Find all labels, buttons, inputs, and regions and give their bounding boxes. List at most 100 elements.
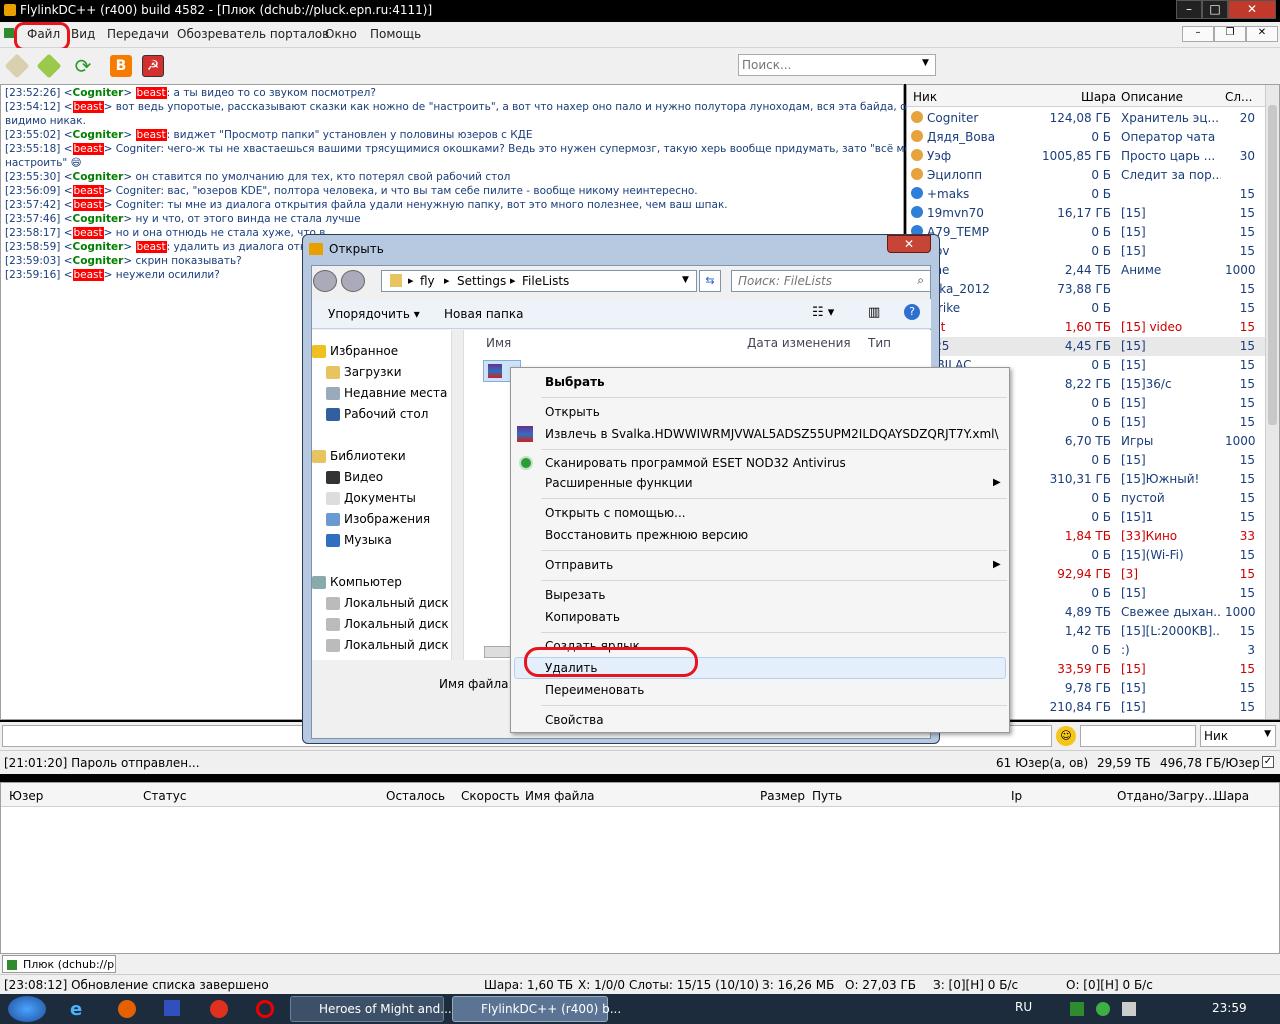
chat-nick[interactable]: Cogniter <box>73 171 124 183</box>
col-description[interactable]: Описание <box>1121 90 1183 104</box>
search-input[interactable] <box>738 54 936 76</box>
organize-button[interactable]: Упорядочить ▾ <box>328 307 420 321</box>
menu-help[interactable]: Помощь <box>370 27 421 41</box>
chat-nick[interactable]: beast <box>72 143 104 155</box>
nav-documents[interactable]: Документы <box>344 491 416 505</box>
mdi-minimize-button[interactable]: – <box>1182 26 1214 42</box>
menu-rename[interactable]: Переименовать <box>545 683 644 697</box>
maximize-button[interactable]: □ <box>1202 0 1228 19</box>
user-list-scrollbar[interactable] <box>1265 85 1279 719</box>
menu-select[interactable]: Выбрать <box>545 375 605 389</box>
search-dropdown-icon[interactable]: ▼ <box>922 58 929 68</box>
breadcrumb-fly[interactable]: fly <box>420 274 435 288</box>
user-row[interactable]: +maks 0 Б 15 <box>907 185 1265 204</box>
col-slots[interactable]: Сл... <box>1225 90 1253 104</box>
col-size[interactable]: Размер <box>760 789 805 803</box>
transfers-panel[interactable]: Юзер Статус Осталось Скорость Имя файла … <box>0 782 1280 954</box>
col-type[interactable]: Тип <box>868 336 891 350</box>
chat-nick[interactable]: beast <box>72 227 104 239</box>
tray-icon-2[interactable] <box>1096 1002 1110 1016</box>
user-row[interactable]: 19mvn70 16,17 ГБ [15] 15 <box>907 204 1265 223</box>
menu-cut[interactable]: Вырезать <box>545 588 606 602</box>
menu-advanced[interactable]: Расширенные функции <box>545 476 693 490</box>
close-button[interactable]: ✕ <box>1228 0 1276 19</box>
minimize-button[interactable]: – <box>1176 0 1202 19</box>
smiley-icon[interactable]: ☺ <box>1056 726 1076 746</box>
chat-mention[interactable]: beast <box>135 129 167 141</box>
user-row[interactable]: Дядя_Вова 0 Б Оператор чата <box>907 128 1265 147</box>
col-remaining[interactable]: Осталось <box>386 789 445 803</box>
chat-nick[interactable]: Cogniter <box>73 213 124 225</box>
favorites-icon[interactable] <box>36 53 62 79</box>
hammer-sickle-icon[interactable]: ☭ <box>142 55 164 77</box>
col-speed[interactable]: Скорость <box>461 789 520 803</box>
refresh-icon[interactable]: ⇆ <box>699 270 721 292</box>
chat-mention[interactable]: beast <box>135 241 167 253</box>
tray-icon-1[interactable] <box>1070 1002 1084 1016</box>
menu-open-with[interactable]: Открыть с помощью... <box>545 506 686 520</box>
menu-scan-eset[interactable]: Сканировать программой ESET NOD32 Antivi… <box>545 456 846 470</box>
user-row[interactable]: ime2,44 ТБАниме1000 <box>907 261 1265 280</box>
toggle-user-list-checkbox[interactable]: ✓ <box>1262 756 1274 768</box>
col-path[interactable]: Путь <box>812 789 842 803</box>
task-flylink[interactable]: FlylinkDC++ (r400) b... <box>452 996 621 1022</box>
view-options-icon[interactable]: ☷ ▾ <box>812 305 834 320</box>
col-name[interactable]: Имя <box>486 336 511 350</box>
chat-nick[interactable]: Cogniter <box>73 87 124 99</box>
user-row[interactable]: utka_2012 73,88 ГБ 15 <box>907 280 1265 299</box>
nav-music[interactable]: Музыка <box>344 533 392 547</box>
menu-properties[interactable]: Свойства <box>545 713 604 727</box>
blogger-icon[interactable]: B <box>110 55 132 77</box>
user-row[interactable]: strike 0 Б 15 <box>907 299 1265 318</box>
task-heroes[interactable]: Heroes of Might and... <box>290 996 452 1022</box>
back-button[interactable] <box>313 270 337 292</box>
refresh-icon[interactable]: ⟳ <box>72 55 94 77</box>
user-row[interactable]: A79_TEMP 0 Б [15] 15 <box>907 223 1265 242</box>
breadcrumb-settings[interactable]: Settings <box>457 274 506 288</box>
ie-icon[interactable]: e <box>70 999 90 1020</box>
chat-nick[interactable]: beast <box>72 269 104 281</box>
horizontal-scrollbar[interactable] <box>484 646 512 658</box>
nav-disk-2[interactable]: Локальный диск <box>344 617 449 631</box>
dialog-search-input[interactable]: Поиск: FileLists ⌕ <box>731 270 931 292</box>
chat-nick[interactable]: beast <box>72 101 104 113</box>
save-icon[interactable] <box>164 1000 180 1016</box>
col-share[interactable]: Шара <box>1081 90 1116 104</box>
user-row[interactable]: Уэф 1005,85 ГБ Просто царь ... 30 <box>907 147 1265 166</box>
col-status[interactable]: Статус <box>143 789 186 803</box>
menu-copy[interactable]: Копировать <box>545 610 620 624</box>
col-date[interactable]: Дата изменения <box>747 336 851 350</box>
start-button[interactable] <box>8 996 46 1022</box>
user-row[interactable]: irov0 Б[15]15 <box>907 242 1265 261</box>
opera-icon[interactable] <box>256 1000 274 1018</box>
nav-images[interactable]: Изображения <box>344 512 430 526</box>
user-filter-input[interactable] <box>1080 725 1196 747</box>
chat-nick[interactable]: beast <box>72 185 104 197</box>
col-ip[interactable]: Ip <box>1011 789 1022 803</box>
new-folder-button[interactable]: Новая папка <box>444 307 523 321</box>
nav-downloads[interactable]: Загрузки <box>344 365 402 379</box>
menu-send-to[interactable]: Отправить <box>545 558 613 572</box>
mdi-close-button[interactable]: ✕ <box>1246 26 1278 42</box>
preview-pane-icon[interactable]: ▥ <box>868 305 880 320</box>
help-icon[interactable]: ? <box>904 304 920 320</box>
chat-nick[interactable]: Cogniter <box>73 255 124 267</box>
language-indicator[interactable]: RU <box>1015 1000 1032 1014</box>
nav-video[interactable]: Видео <box>344 470 383 484</box>
col-share-t[interactable]: Шара <box>1214 789 1249 803</box>
user-row[interactable]: ast1,60 ТБ[15] video15 <box>907 318 1265 337</box>
nav-libraries[interactable]: Библиотеки <box>330 449 406 463</box>
nav-disk-3[interactable]: Локальный диск <box>344 638 449 652</box>
menu-transfers[interactable]: Передачи <box>107 27 169 41</box>
filter-column-select[interactable]: Ник ▼ <box>1200 725 1276 747</box>
col-uploaded[interactable]: Отдано/Загру... <box>1117 789 1216 803</box>
menu-open[interactable]: Открыть <box>545 405 600 419</box>
address-bar[interactable]: ▸ fly ▸ Settings ▸ FileLists ▼ <box>381 270 697 292</box>
breadcrumb-filelists[interactable]: FileLists <box>522 274 569 288</box>
connect-icon[interactable] <box>4 53 30 79</box>
nav-desktop[interactable]: Рабочий стол <box>344 407 428 421</box>
col-filename[interactable]: Имя файла <box>525 789 595 803</box>
menu-restore[interactable]: Восстановить прежнюю версию <box>545 528 748 542</box>
col-nick[interactable]: Ник <box>913 90 937 104</box>
menu-extract[interactable]: Извлечь в Svalka.HDWWIWRMJVWAL5ADSZ55UPM… <box>545 427 999 441</box>
